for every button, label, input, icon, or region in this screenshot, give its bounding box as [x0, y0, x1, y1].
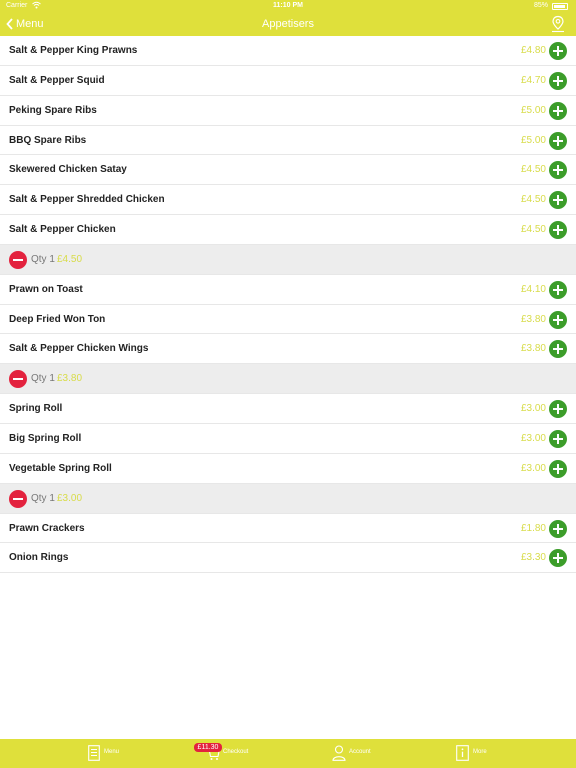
battery-percent: 85%: [533, 2, 548, 9]
menu-item-row[interactable]: Big Spring Roll £3.00: [0, 423, 576, 454]
menu-item-name: Onion Rings: [9, 552, 69, 564]
menu-item-price: £4.80: [520, 45, 546, 56]
menu-item-row[interactable]: Salt & Pepper Chicken £4.50: [0, 215, 576, 245]
menu-item-row[interactable]: Spring Roll £3.00: [0, 394, 576, 424]
menu-item-name: Spring Roll: [9, 403, 63, 415]
battery-icon: [552, 3, 568, 10]
add-item-button[interactable]: [549, 459, 567, 478]
menu-item-name: Salt & Pepper Chicken Wings: [9, 343, 149, 355]
menu-item-name: Prawn Crackers: [9, 522, 85, 534]
add-item-button[interactable]: [549, 191, 567, 210]
menu-item-price: £3.80: [520, 343, 546, 355]
status-bar: Carrier 11:10 PM 85%: [0, 0, 576, 12]
add-item-button[interactable]: [549, 101, 567, 120]
menu-item-name: Peking Spare Ribs: [9, 104, 97, 116]
remove-item-button[interactable]: [9, 250, 27, 269]
add-item-button[interactable]: [549, 161, 567, 180]
header: Carrier 11:10 PM 85% Menu Appetisers: [0, 0, 576, 36]
qty-label: Qty 1: [31, 492, 55, 504]
location-pin-icon[interactable]: [551, 15, 565, 33]
remove-item-button[interactable]: [9, 489, 27, 508]
menu-item-price: £5.00: [520, 134, 546, 146]
tab-account-label: Account: [349, 749, 371, 755]
menu-item-row[interactable]: Salt & Pepper Chicken Wings £3.80: [0, 334, 576, 365]
menu-item-name: BBQ Spare Ribs: [9, 134, 87, 146]
selected-qty-row: Qty 1 £3.00: [0, 483, 576, 514]
add-item-button[interactable]: [549, 310, 567, 329]
info-icon: [456, 745, 469, 766]
add-item-button[interactable]: [549, 519, 567, 538]
menu-item-price: £5.00: [520, 104, 546, 116]
menu-item-row[interactable]: Salt & Pepper King Prawns £4.80: [0, 36, 576, 66]
qty-price: £3.00: [57, 492, 83, 504]
menu-item-price: £3.30: [520, 552, 546, 564]
add-item-button[interactable]: [549, 429, 567, 448]
menu-item-name: Salt & Pepper Shredded Chicken: [9, 194, 165, 206]
menu-item-price: £4.50: [520, 164, 546, 176]
menu-item-price: £3.00: [520, 432, 546, 444]
menu-item-name: Salt & Pepper Squid: [9, 74, 105, 86]
qty-price: £4.50: [57, 253, 83, 265]
selected-qty-row: Qty 1 £4.50: [0, 244, 576, 275]
menu-item-row[interactable]: Prawn on Toast £4.10: [0, 274, 576, 305]
add-item-button[interactable]: [549, 131, 567, 150]
add-item-button[interactable]: [549, 71, 567, 90]
basket-total-badge: £11.30: [194, 743, 222, 752]
menu-item-name: Deep Fried Won Ton: [9, 313, 106, 325]
tab-more-label: More: [473, 749, 487, 755]
menu-item-price: £1.80: [520, 522, 546, 534]
tab-checkout-label: Checkout: [223, 749, 249, 755]
add-item-button[interactable]: [549, 221, 567, 240]
menu-item-name: Skewered Chicken Satay: [9, 164, 127, 176]
tab-checkout[interactable]: Checkout: [200, 739, 344, 768]
menu-item-price: £3.80: [520, 313, 546, 325]
remove-item-button[interactable]: [9, 370, 27, 389]
tab-more[interactable]: More: [452, 739, 576, 768]
add-item-button[interactable]: [549, 280, 567, 299]
menu-item-name: Salt & Pepper King Prawns: [9, 45, 138, 56]
menu-list: Salt & Pepper King Prawns £4.80 Salt & Pep…: [0, 36, 576, 574]
tab-bar: Menu Checkout Account More: [0, 739, 576, 768]
qty-price: £3.80: [57, 373, 83, 385]
menu-item-name: Vegetable Spring Roll: [9, 462, 112, 474]
tab-menu-label: Menu: [104, 749, 120, 755]
menu-item-name: Prawn on Toast: [9, 283, 83, 295]
menu-item-row[interactable]: Salt & Pepper Squid £4.70: [0, 65, 576, 96]
menu-item-row[interactable]: Prawn Crackers £1.80: [0, 513, 576, 544]
menu-item-row[interactable]: Deep Fried Won Ton £3.80: [0, 304, 576, 335]
qty-label: Qty 1: [31, 373, 55, 385]
menu-item-name: Salt & Pepper Chicken: [9, 224, 116, 236]
status-time: 11:10 PM: [273, 2, 303, 9]
add-item-button[interactable]: [549, 400, 567, 419]
menu-item-price: £4.10: [520, 283, 546, 295]
menu-item-price: £4.50: [520, 194, 546, 206]
menu-item-row[interactable]: Salt & Pepper Shredded Chicken £4.50: [0, 185, 576, 216]
menu-icon: [88, 745, 100, 766]
menu-item-row[interactable]: Skewered Chicken Satay £4.50: [0, 155, 576, 186]
page-title: Appetisers: [262, 18, 314, 30]
menu-item-price: £4.50: [520, 224, 546, 236]
tab-account[interactable]: Account: [328, 739, 472, 768]
menu-item-price: £3.00: [520, 462, 546, 474]
menu-item-price: £3.00: [520, 403, 546, 415]
add-item-button[interactable]: [549, 549, 567, 568]
add-item-button[interactable]: [549, 42, 567, 60]
menu-item-row[interactable]: Vegetable Spring Roll £3.00: [0, 453, 576, 484]
menu-item-name: Big Spring Roll: [9, 432, 82, 444]
menu-item-row[interactable]: Peking Spare Ribs £5.00: [0, 95, 576, 126]
menu-item-row[interactable]: BBQ Spare Ribs £5.00: [0, 125, 576, 156]
account-icon: [332, 745, 346, 766]
menu-item-price: £4.70: [520, 74, 546, 86]
menu-item-row[interactable]: Onion Rings £3.30: [0, 543, 576, 574]
add-item-button[interactable]: [549, 340, 567, 359]
selected-qty-row: Qty 1 £3.80: [0, 364, 576, 395]
qty-label: Qty 1: [31, 253, 55, 265]
